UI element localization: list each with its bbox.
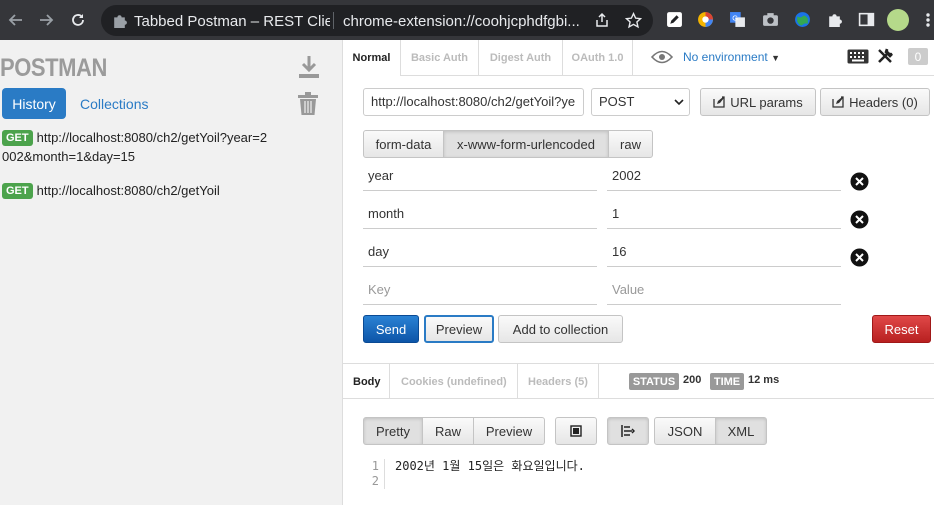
expand-icon bbox=[570, 425, 582, 437]
code-line: 2002년 1월 15일은 화요일입니다. bbox=[395, 459, 585, 473]
delete-param-icon[interactable] bbox=[850, 248, 869, 267]
camera-icon[interactable] bbox=[762, 11, 779, 28]
trash-icon[interactable] bbox=[297, 92, 319, 116]
share-icon[interactable] bbox=[594, 12, 610, 28]
auth-tabs: Normal Basic Auth Digest Auth OAuth 1.0 … bbox=[343, 40, 934, 76]
param-key[interactable]: year bbox=[363, 161, 597, 191]
status-label: STATUS bbox=[629, 373, 679, 390]
history-url-cont: 002&month=1&day=15 bbox=[2, 149, 135, 164]
tab-headers[interactable]: Headers (5) bbox=[528, 364, 588, 399]
edit-icon bbox=[832, 96, 844, 108]
headers-button[interactable]: Headers (0) bbox=[820, 88, 930, 116]
url-input[interactable]: http://localhost:8080/ch2/getYoil?ye bbox=[363, 88, 584, 116]
method-badge: GET bbox=[2, 183, 33, 199]
history-item[interactable]: GET http://localhost:8080/ch2/getYoil?yea… bbox=[2, 128, 272, 166]
tab-body[interactable]: Body bbox=[353, 364, 381, 399]
download-icon[interactable] bbox=[296, 54, 322, 80]
sidebar: POSTMAN History Collections GET http://lo… bbox=[0, 40, 342, 505]
headers-label: Headers (0) bbox=[849, 94, 918, 110]
reload-icon[interactable] bbox=[66, 8, 90, 32]
browser-toolbar: Tabbed Postman – REST Clier chrome-exten… bbox=[0, 0, 934, 40]
mode-form-data[interactable]: form-data bbox=[363, 130, 444, 158]
edit-icon bbox=[713, 96, 725, 108]
settings-wrench-icon[interactable] bbox=[876, 47, 894, 65]
history-item[interactable]: GET http://localhost:8080/ch2/getYoil bbox=[2, 181, 272, 200]
param-value[interactable]: 2002 bbox=[607, 161, 841, 191]
tab-basic-auth[interactable]: Basic Auth bbox=[401, 40, 479, 76]
divider bbox=[598, 364, 599, 399]
view-raw[interactable]: Raw bbox=[422, 417, 474, 445]
extension-color-icon[interactable] bbox=[697, 11, 714, 28]
chevron-down-icon bbox=[674, 99, 684, 106]
tab-digest-auth[interactable]: Digest Auth bbox=[479, 40, 563, 76]
delete-param-icon[interactable] bbox=[850, 210, 869, 229]
reset-button[interactable]: Reset bbox=[872, 315, 931, 343]
param-key[interactable]: month bbox=[363, 199, 597, 229]
text-wrap-icon bbox=[621, 425, 635, 437]
new-value-input[interactable]: Value bbox=[607, 275, 841, 305]
bookmark-star-icon[interactable] bbox=[625, 12, 642, 29]
menu-icon[interactable] bbox=[924, 12, 932, 28]
tab-cookies[interactable]: Cookies (undefined) bbox=[401, 364, 507, 399]
status-value: 200 bbox=[683, 374, 702, 386]
delete-param-icon[interactable] bbox=[850, 172, 869, 191]
wrap-button[interactable] bbox=[607, 417, 649, 445]
fullscreen-button[interactable] bbox=[555, 417, 597, 445]
divider bbox=[517, 364, 518, 399]
param-key[interactable]: day bbox=[363, 237, 597, 267]
back-icon[interactable] bbox=[4, 8, 28, 32]
extension-puzzle-icon bbox=[114, 15, 127, 28]
address-bar[interactable]: Tabbed Postman – REST Clier chrome-exten… bbox=[101, 5, 653, 36]
new-key-input[interactable]: Key bbox=[363, 275, 597, 305]
mode-raw[interactable]: raw bbox=[608, 130, 653, 158]
view-preview[interactable]: Preview bbox=[473, 417, 545, 445]
method-badge: GET bbox=[2, 130, 33, 146]
environment-label: No environment bbox=[683, 50, 768, 64]
param-value[interactable]: 16 bbox=[607, 237, 841, 267]
time-value: 12 ms bbox=[748, 374, 780, 386]
format-xml[interactable]: XML bbox=[715, 417, 767, 445]
method-value: POST bbox=[599, 94, 635, 109]
method-select[interactable]: POST bbox=[591, 88, 690, 116]
forward-icon[interactable] bbox=[34, 8, 58, 32]
add-to-collection-button[interactable]: Add to collection bbox=[498, 315, 623, 343]
param-value[interactable]: 1 bbox=[607, 199, 841, 229]
line-number: 1 bbox=[363, 459, 385, 474]
environment-select[interactable]: No environment ▼ bbox=[683, 50, 780, 64]
mode-urlencoded[interactable]: x-www-form-urlencoded bbox=[443, 130, 609, 158]
history-url: http://localhost:8080/ch2/getYoil bbox=[36, 183, 220, 198]
postman-logo: POSTMAN bbox=[0, 54, 107, 82]
divider bbox=[333, 12, 334, 29]
send-button[interactable]: Send bbox=[363, 315, 419, 343]
url-params-button[interactable]: URL params bbox=[700, 88, 816, 116]
url-params-label: URL params bbox=[730, 94, 803, 110]
divider bbox=[389, 364, 390, 399]
tab-normal[interactable]: Normal bbox=[343, 40, 401, 76]
preview-button[interactable]: Preview bbox=[424, 315, 494, 343]
count-badge: 0 bbox=[908, 48, 928, 65]
tab-collections[interactable]: Collections bbox=[80, 96, 148, 112]
svg-text:G: G bbox=[732, 14, 738, 23]
url-text[interactable]: chrome-extension://coohjcphdfgbi... bbox=[343, 13, 583, 30]
extension-edit-icon[interactable] bbox=[666, 11, 683, 28]
caret-down-icon: ▼ bbox=[771, 53, 780, 63]
translate-icon[interactable]: G bbox=[729, 11, 746, 28]
view-pretty[interactable]: Pretty bbox=[363, 417, 423, 445]
request-panel: Normal Basic Auth Digest Auth OAuth 1.0 … bbox=[342, 40, 934, 505]
line-number: 2 bbox=[363, 474, 385, 489]
extensions-puzzle-icon[interactable] bbox=[826, 11, 843, 28]
format-json[interactable]: JSON bbox=[654, 417, 716, 445]
history-url: http://localhost:8080/ch2/getYoil?year=2 bbox=[36, 130, 268, 145]
tab-oauth[interactable]: OAuth 1.0 bbox=[563, 40, 633, 76]
side-panel-icon[interactable] bbox=[858, 11, 875, 28]
page-title: Tabbed Postman – REST Clier bbox=[134, 13, 330, 30]
time-label: TIME bbox=[710, 373, 744, 390]
keyboard-icon[interactable] bbox=[847, 49, 869, 64]
response-tabs: Body Cookies (undefined) Headers (5) STA… bbox=[343, 363, 934, 399]
eye-icon[interactable] bbox=[651, 50, 673, 64]
globe-extension-icon[interactable] bbox=[794, 11, 811, 28]
profile-avatar[interactable] bbox=[887, 9, 909, 31]
tab-history[interactable]: History bbox=[2, 88, 66, 119]
